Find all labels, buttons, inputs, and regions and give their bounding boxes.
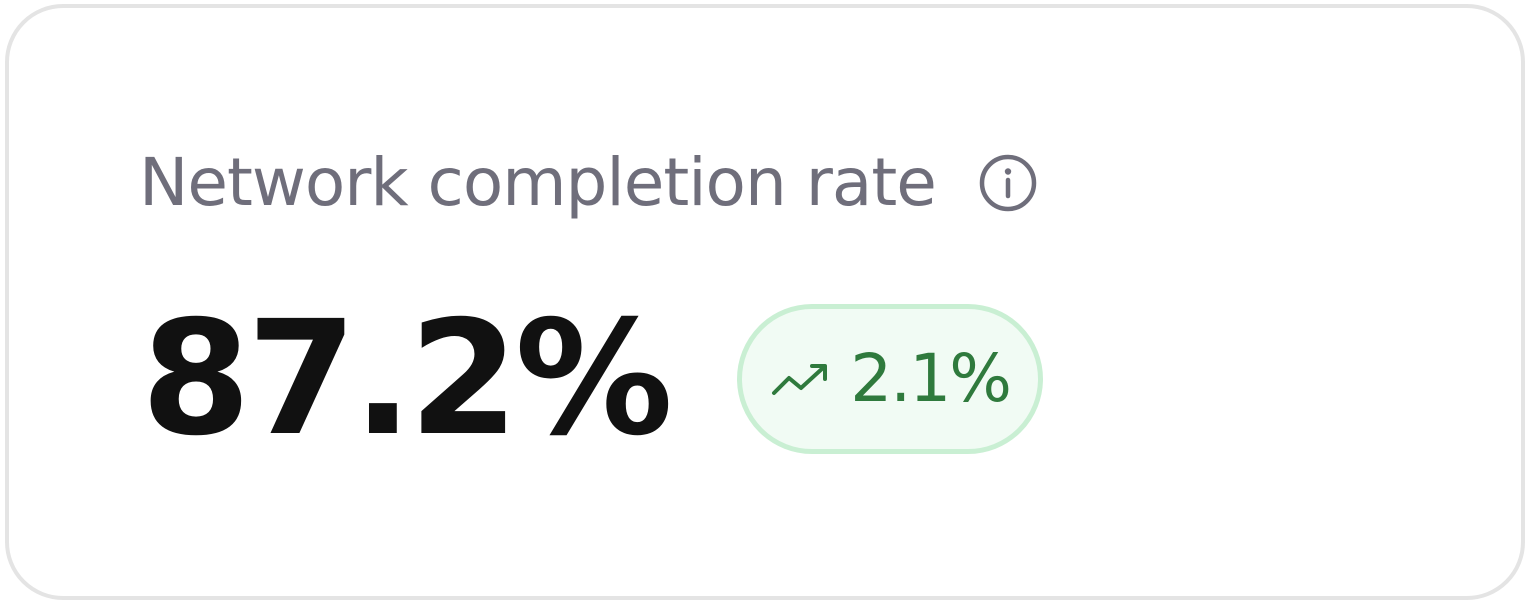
info-icon[interactable]	[978, 153, 1038, 213]
metric-title-row: Network completion rate	[139, 150, 1038, 216]
trend-up-icon	[770, 359, 832, 399]
change-badge: 2.1%	[737, 304, 1044, 454]
metric-card: Network completion rate 87.2% 2.1%	[5, 4, 1525, 600]
metric-title: Network completion rate	[139, 144, 937, 221]
metric-value: 87.2%	[141, 287, 673, 471]
metric-value-row: 87.2% 2.1%	[141, 287, 1044, 471]
change-value: 2.1%	[850, 340, 1012, 417]
